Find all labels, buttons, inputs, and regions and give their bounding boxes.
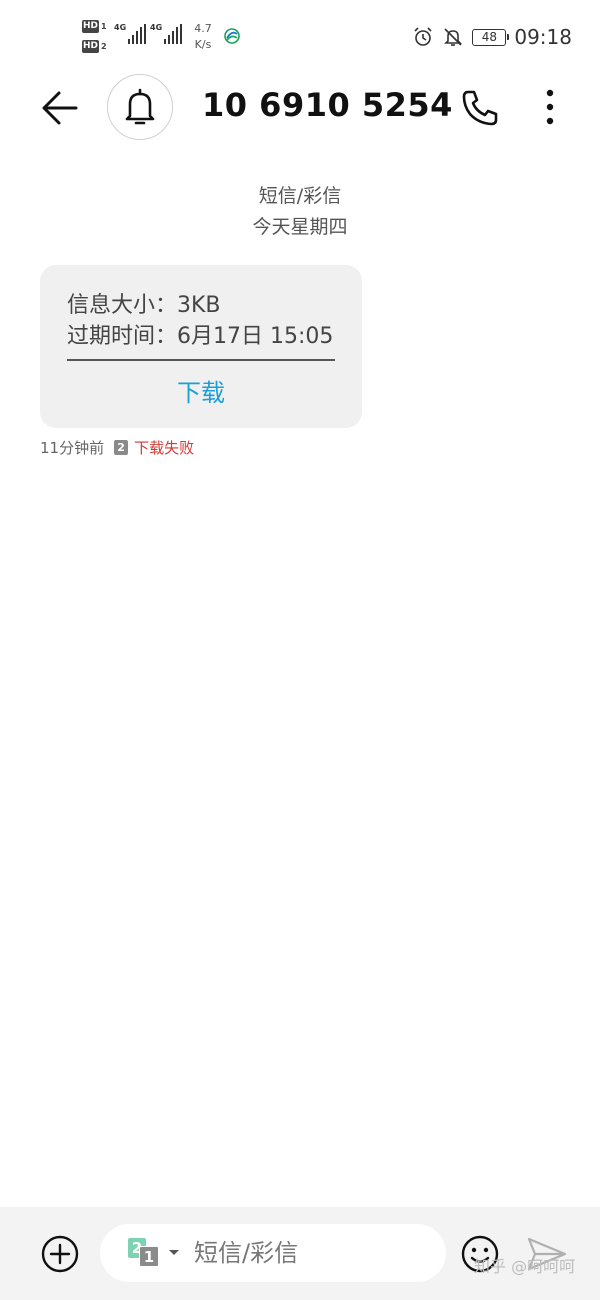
signal-sim2-icon: 4G [150, 20, 184, 50]
phone-icon [462, 90, 498, 126]
message-timestamp: 11分钟前 [40, 438, 105, 457]
sim-selector[interactable]: 2 1 [128, 1238, 184, 1268]
watermark: 知乎 @呵呵呵 [474, 1257, 576, 1276]
status-bar: HD 1 HD 2 4G 4G 4.7 K/s 48 09:18 [0, 0, 600, 72]
download-button[interactable]: 下载 [40, 373, 362, 413]
signal-bars-icon [164, 24, 182, 44]
message-size-text: 信息大小：3KB [67, 293, 221, 318]
sim-number: 2 [101, 42, 107, 51]
input-container: 2 1 [100, 1224, 446, 1282]
speed-unit: K/s [194, 38, 212, 51]
bell-icon [125, 88, 155, 125]
status-badge: 下载失败 [134, 438, 195, 457]
message-expiry-text: 过期时间：6月17日 15:05 [67, 324, 334, 349]
plus-circle-icon [41, 1235, 79, 1273]
chevron-down-icon [169, 1250, 179, 1255]
hd-sim2-badge: HD 2 [82, 40, 110, 54]
speed-value: 4.7 [194, 22, 212, 35]
hd-label: HD [82, 20, 99, 33]
sim-indicators: HD 1 HD 2 [82, 20, 112, 56]
network-speed: 4.7 K/s [190, 21, 216, 53]
network-type: 4G [114, 23, 127, 32]
conversation-header: 10 6910 5254 [0, 72, 600, 144]
call-button[interactable] [458, 86, 502, 130]
more-vertical-icon [546, 89, 554, 125]
message-meta: 11分钟前 2 下载失败 [40, 437, 194, 457]
message-composer: 2 1 知乎 @呵呵呵 [0, 1207, 600, 1300]
more-options-button[interactable] [530, 86, 570, 130]
conversation-type-label: 短信/彩信 [258, 185, 342, 207]
hd-label: HD [82, 40, 99, 53]
sim-card-icon: 1 [139, 1246, 159, 1267]
back-button[interactable] [38, 86, 82, 130]
battery-icon: 48 [472, 28, 510, 46]
signal-sim1-icon: 4G [114, 20, 148, 50]
back-arrow-icon [42, 91, 78, 125]
page-title: 10 6910 5254 [202, 86, 453, 124]
notifications-off-icon [444, 28, 463, 46]
network-type: 4G [150, 23, 163, 32]
signal-bars-icon [128, 24, 146, 44]
bubble-divider [67, 359, 335, 361]
alarm-icon [414, 27, 432, 46]
status-time: 09:18 [514, 25, 572, 49]
carrier-logo-icon [224, 28, 240, 44]
status-right: 48 09:18 [412, 24, 572, 50]
add-attachment-button[interactable] [40, 1234, 80, 1274]
hd-sim1-badge: HD 1 [82, 20, 110, 34]
avatar[interactable] [107, 74, 173, 140]
message-input[interactable] [194, 1234, 424, 1272]
date-separator: 今天星期四 [252, 216, 348, 238]
message-bubble[interactable]: 信息大小：3KB 过期时间：6月17日 15:05 下载 [40, 265, 362, 428]
sim-badge: 2 [114, 439, 129, 455]
sim-number: 1 [101, 22, 107, 31]
